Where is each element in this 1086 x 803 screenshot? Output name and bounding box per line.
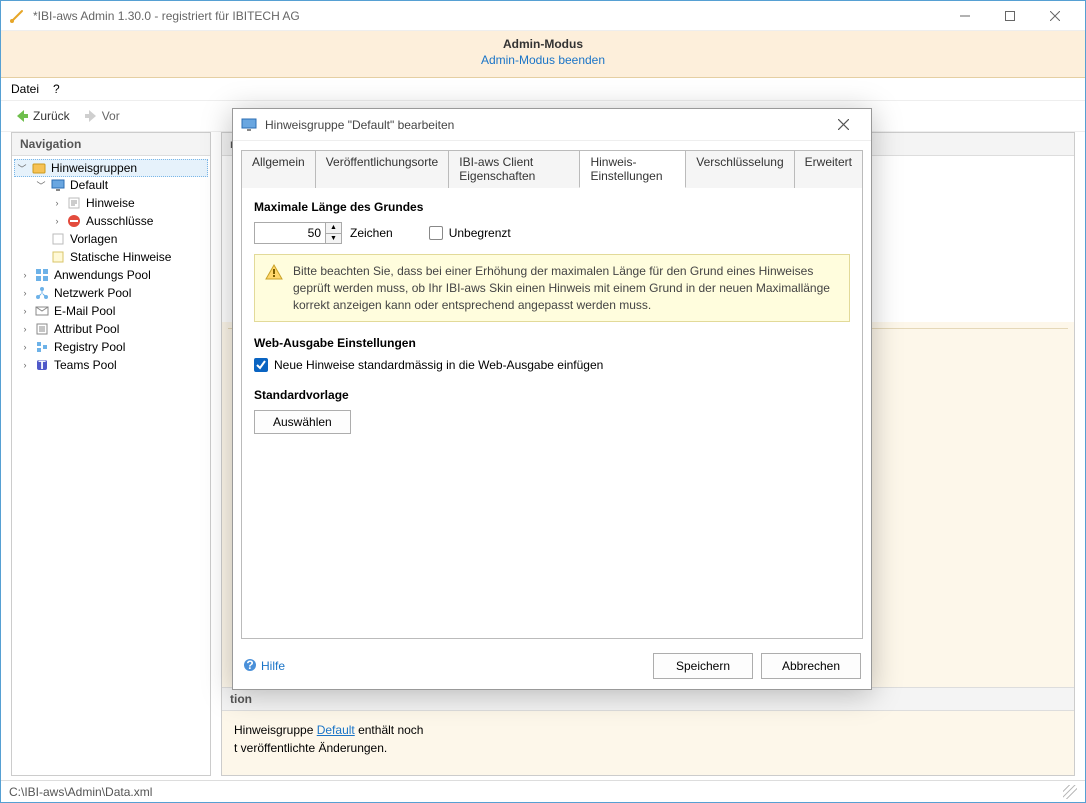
maximize-button[interactable] [987, 1, 1032, 30]
tree-node-anwendungs-pool[interactable]: › Anwendungs Pool [14, 266, 208, 284]
monitor-icon [241, 117, 257, 133]
teams-icon: T [34, 357, 50, 373]
save-button[interactable]: Speichern [653, 653, 753, 679]
tree-node-default[interactable]: ﹀ Default [14, 176, 208, 194]
tab-hinweis-einstellungen[interactable]: Hinweis-Einstellungen [579, 150, 686, 188]
tree-node-email-pool[interactable]: › E-Mail Pool [14, 302, 208, 320]
edit-group-dialog: Hinweisgruppe "Default" bearbeiten Allge… [232, 108, 872, 690]
static-notes-icon [50, 249, 66, 265]
expand-toggle[interactable]: › [50, 216, 64, 226]
web-output-checkbox[interactable]: Neue Hinweise standardmässig in die Web-… [254, 358, 603, 372]
dialog-tabs: Allgemein Veröffentlichungsorte IBI-aws … [233, 141, 871, 187]
admin-mode-banner: Admin-Modus Admin-Modus beenden [1, 31, 1085, 78]
warning-icon [265, 263, 283, 313]
svg-text:T: T [38, 358, 46, 372]
info-panel-body: Hinweisgruppe Default enthält noch t ver… [222, 711, 1074, 775]
tab-erweitert[interactable]: Erweitert [794, 150, 863, 188]
email-icon [34, 303, 50, 319]
svg-text:?: ? [246, 658, 253, 672]
tab-client-eigenschaften[interactable]: IBI-aws Client Eigenschaften [448, 150, 580, 188]
tree-node-ausschluesse[interactable]: › Ausschlüsse [14, 212, 208, 230]
template-icon [50, 231, 66, 247]
status-path: C:\IBI-aws\Admin\Data.xml [9, 785, 152, 799]
admin-mode-label: Admin-Modus [1, 37, 1085, 51]
expand-toggle[interactable]: › [18, 270, 32, 280]
section-web-output: Web-Ausgabe Einstellungen [254, 336, 850, 350]
dialog-titlebar: Hinweisgruppe "Default" bearbeiten [233, 109, 871, 141]
tree-node-netzwerk-pool[interactable]: › Netzwerk Pool [14, 284, 208, 302]
tab-veroeffentlichungsorte[interactable]: Veröffentlichungsorte [315, 150, 450, 188]
expand-toggle[interactable]: › [18, 342, 32, 352]
max-length-unit: Zeichen [350, 226, 393, 240]
help-icon: ? [243, 658, 257, 675]
network-icon [34, 285, 50, 301]
arrow-right-icon [82, 107, 100, 125]
info-panel-header: tion [222, 687, 1074, 711]
tree-node-statische[interactable]: Statische Hinweise [14, 248, 208, 266]
expand-toggle[interactable]: › [18, 324, 32, 334]
apps-icon [34, 267, 50, 283]
monitor-icon [50, 177, 66, 193]
info-default-link[interactable]: Default [317, 723, 355, 737]
dialog-close-button[interactable] [823, 109, 863, 140]
menu-file[interactable]: Datei [11, 82, 39, 96]
statusbar: C:\IBI-aws\Admin\Data.xml [1, 780, 1085, 802]
exclude-icon [66, 213, 82, 229]
dialog-footer: ? Hilfe Speichern Abbrechen [233, 647, 871, 689]
exit-admin-mode-link[interactable]: Admin-Modus beenden [1, 53, 1085, 67]
arrow-left-icon [13, 107, 31, 125]
main-window: *IBI-aws Admin 1.30.0 - registriert für … [0, 0, 1086, 803]
help-link[interactable]: ? Hilfe [243, 658, 285, 675]
choose-template-button[interactable]: Auswählen [254, 410, 351, 434]
back-button[interactable]: Zurück [9, 105, 74, 127]
close-button[interactable] [1032, 1, 1077, 30]
max-length-notice: Bitte beachten Sie, dass bei einer Erhöh… [254, 254, 850, 322]
resize-grip[interactable] [1063, 785, 1077, 799]
tree-node-vorlagen[interactable]: Vorlagen [14, 230, 208, 248]
menu-help[interactable]: ? [53, 82, 60, 96]
spinner-down[interactable]: ▼ [326, 234, 341, 244]
section-default-template: Standardvorlage [254, 388, 850, 402]
expand-toggle[interactable]: › [18, 288, 32, 298]
max-length-input[interactable] [255, 223, 325, 243]
window-title: *IBI-aws Admin 1.30.0 - registriert für … [33, 9, 942, 23]
navigation-tree[interactable]: ﹀ Hinweisgruppen ﹀ Default › Hinweise › [12, 156, 210, 775]
unlimited-checkbox[interactable]: Unbegrenzt [429, 226, 511, 240]
attribute-icon [34, 321, 50, 337]
dialog-tab-body: Maximale Länge des Grundes ▲ ▼ Zeichen U… [241, 187, 863, 639]
registry-icon [34, 339, 50, 355]
package-icon [31, 160, 47, 176]
expand-toggle[interactable]: › [18, 306, 32, 316]
minimize-button[interactable] [942, 1, 987, 30]
dialog-title: Hinweisgruppe "Default" bearbeiten [265, 118, 823, 132]
expand-toggle[interactable]: › [50, 198, 64, 208]
tree-node-hinweisgruppen[interactable]: ﹀ Hinweisgruppen [14, 159, 208, 177]
cancel-button[interactable]: Abbrechen [761, 653, 861, 679]
forward-button[interactable]: Vor [78, 105, 124, 127]
tree-node-teams-pool[interactable]: › T Teams Pool [14, 356, 208, 374]
tab-verschluesselung[interactable]: Verschlüsselung [685, 150, 794, 188]
expand-toggle[interactable]: ﹀ [34, 179, 48, 192]
titlebar: *IBI-aws Admin 1.30.0 - registriert für … [1, 1, 1085, 31]
tree-node-hinweise[interactable]: › Hinweise [14, 194, 208, 212]
spinner-up[interactable]: ▲ [326, 223, 341, 234]
menubar: Datei ? [1, 78, 1085, 101]
tree-node-registry-pool[interactable]: › Registry Pool [14, 338, 208, 356]
tab-allgemein[interactable]: Allgemein [241, 150, 316, 188]
section-max-length: Maximale Länge des Grundes [254, 200, 850, 214]
expand-toggle[interactable]: ﹀ [15, 162, 29, 175]
app-icon [9, 8, 25, 24]
notice-text: Bitte beachten Sie, dass bei einer Erhöh… [293, 263, 839, 313]
expand-toggle[interactable]: › [18, 360, 32, 370]
notes-icon [66, 195, 82, 211]
navigation-panel: Navigation ﹀ Hinweisgruppen ﹀ Default › … [11, 132, 211, 776]
max-length-spinner[interactable]: ▲ ▼ [254, 222, 342, 244]
navigation-panel-header: Navigation [12, 133, 210, 156]
tree-node-attribut-pool[interactable]: › Attribut Pool [14, 320, 208, 338]
